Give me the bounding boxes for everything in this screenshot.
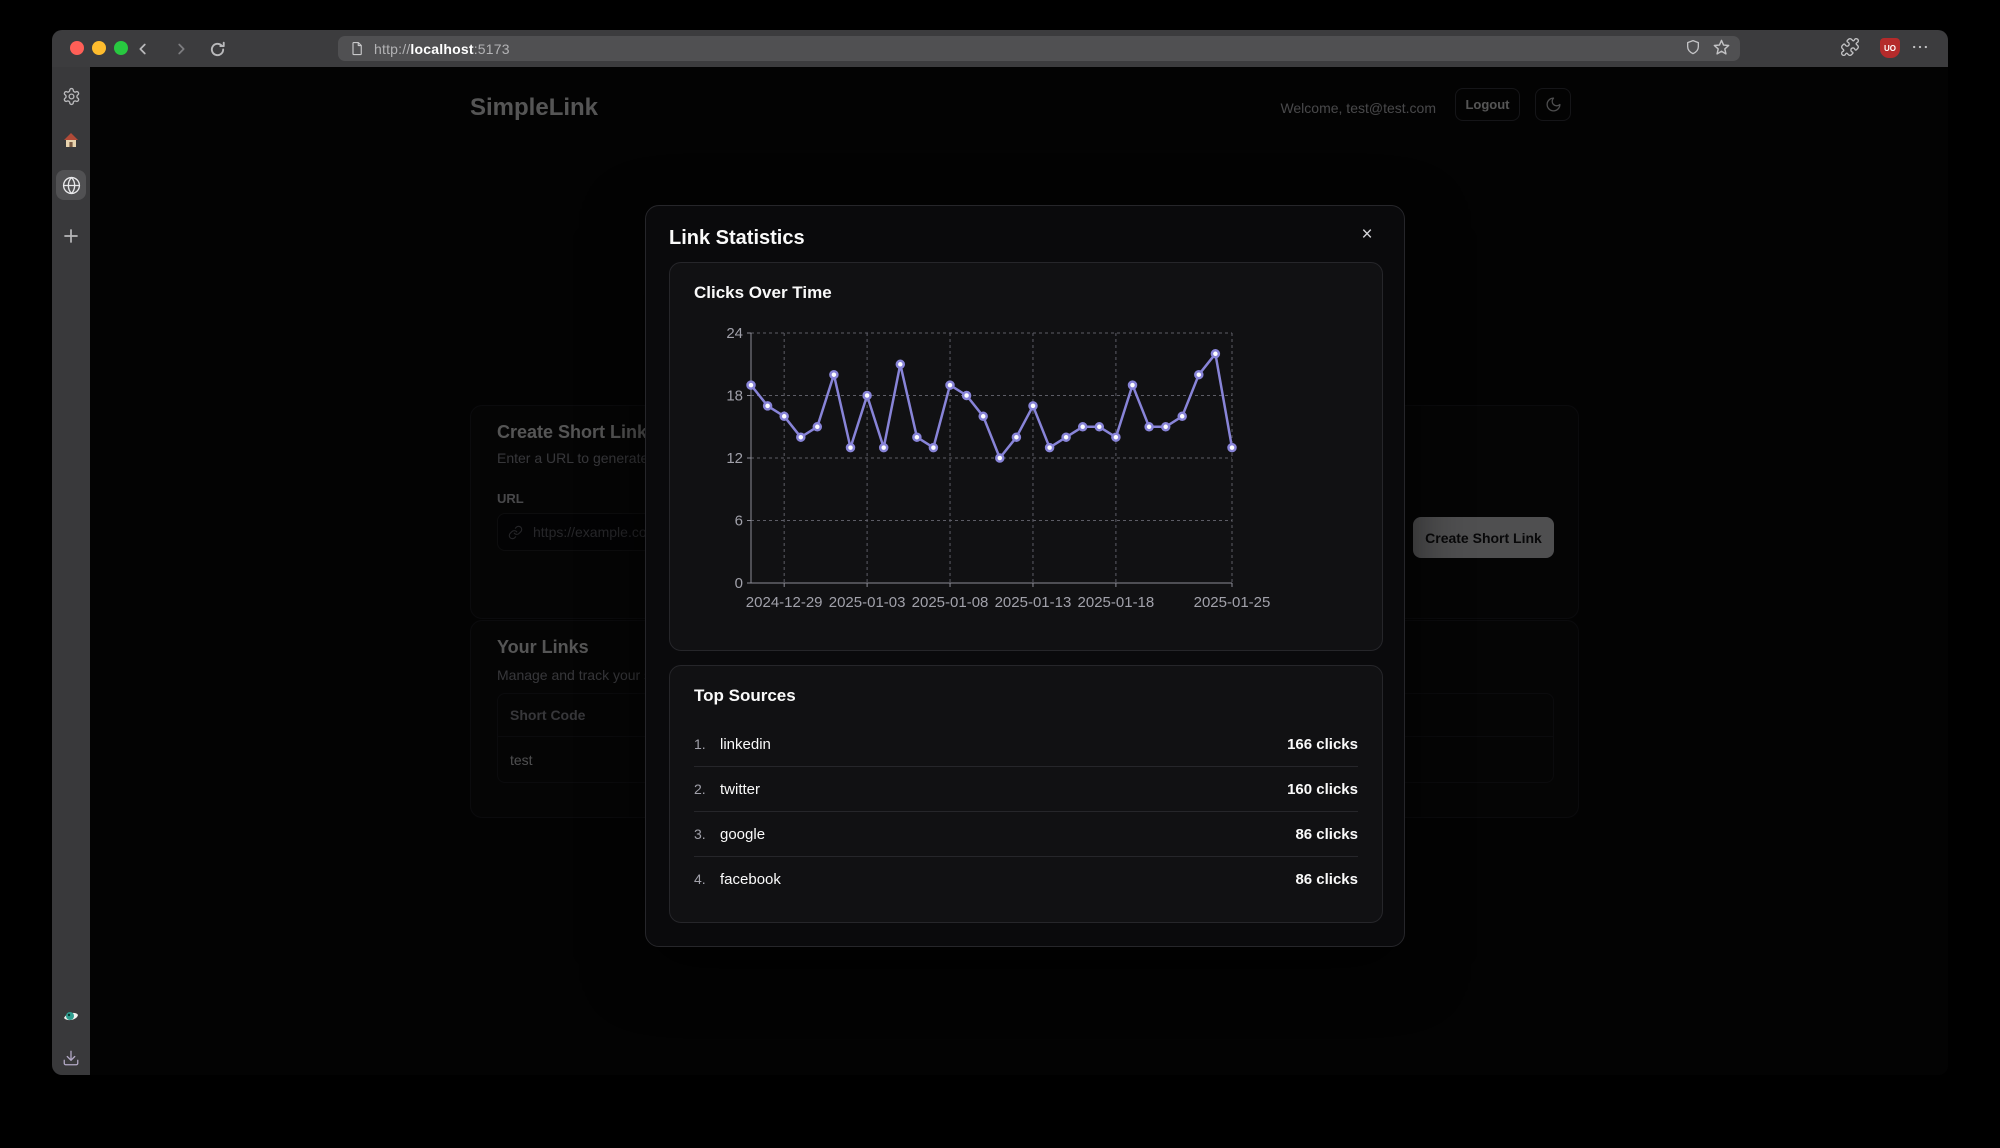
globe-icon [62,176,81,195]
source-rank: 3. [694,826,714,842]
puzzle-icon [1840,37,1860,57]
screenshot-stage: http://localhost:5173 UO [0,0,2000,1148]
svg-text:12: 12 [726,450,743,467]
sidebar-settings-button[interactable] [56,81,86,111]
source-clicks: 166 clicks [1287,736,1358,753]
top-sources-list: 1. linkedin 166 clicks 2. twitter 160 cl… [694,722,1358,901]
svg-text:0: 0 [735,575,743,592]
pinned-tab-simplelink[interactable] [56,170,86,200]
chevron-left-icon [135,41,151,57]
address-bar[interactable]: http://localhost:5173 [338,36,1740,61]
clicks-section-title: Clicks Over Time [694,283,832,303]
svg-text:2025-01-08: 2025-01-08 [912,594,989,611]
shield-icon[interactable] [1685,39,1701,59]
source-clicks: 86 clicks [1295,871,1358,888]
clicks-over-time-card: Clicks Over Time 0 6 12 18 24 2024-12-29 2025-… [669,262,1383,651]
eye-extension-button[interactable] [56,1001,86,1031]
svg-text:2024-12-29: 2024-12-29 [746,594,823,611]
source-rank: 1. [694,736,714,752]
forward-button[interactable] [168,36,194,62]
source-list-item: 3. google 86 clicks [694,812,1358,857]
download-icon [62,1049,80,1067]
svg-text:2025-01-18: 2025-01-18 [1078,594,1155,611]
gear-icon [62,87,81,106]
svg-text:24: 24 [726,325,743,342]
source-clicks: 86 clicks [1295,826,1358,843]
house-icon [62,131,80,149]
svg-text:18: 18 [726,388,743,405]
svg-text:2025-01-25: 2025-01-25 [1194,594,1271,611]
downloads-button[interactable] [56,1043,86,1073]
source-list-item: 1. linkedin 166 clicks [694,722,1358,767]
page-document-icon [350,41,365,56]
modal-close-button[interactable]: × [1354,222,1380,248]
source-list-item: 4. facebook 86 clicks [694,857,1358,901]
svg-text:2025-01-13: 2025-01-13 [995,594,1072,611]
source-name: twitter [720,781,760,798]
source-rank: 4. [694,871,714,887]
reload-icon [209,41,226,58]
plus-icon [62,227,80,245]
pinned-tab-home[interactable] [56,125,86,155]
url-text: http://localhost:5173 [374,41,510,57]
chevron-right-icon [173,41,189,57]
more-menu-button[interactable] [1910,37,1930,57]
back-button[interactable] [130,36,156,62]
reload-button[interactable] [204,36,230,62]
traffic-light-close[interactable] [70,41,84,55]
source-name: facebook [720,871,781,888]
bookmark-star-icon[interactable] [1713,39,1730,59]
modal-title: Link Statistics [669,227,805,250]
eye-icon [61,1006,81,1026]
link-statistics-modal: Link Statistics × Clicks Over Time 0 6 12 1… [645,205,1405,947]
browser-sidebar [52,67,90,1075]
source-name: google [720,826,765,843]
new-tab-button[interactable] [56,221,86,251]
traffic-light-zoom[interactable] [114,41,128,55]
traffic-light-minimize[interactable] [92,41,106,55]
source-name: linkedin [720,736,771,753]
page-viewport: SimpleLink Welcome, test@test.com Logout… [90,67,1948,1075]
clicks-over-time-chart: 0 6 12 18 24 2024-12-29 2025-01-03 2025-01-08 20… [694,320,1358,612]
ellipsis-icon [1910,37,1930,57]
ublock-extension-badge[interactable]: UO [1880,38,1900,58]
source-list-item: 2. twitter 160 clicks [694,767,1358,812]
source-rank: 2. [694,781,714,797]
browser-window: http://localhost:5173 UO [52,30,1948,1075]
svg-text:2025-01-03: 2025-01-03 [829,594,906,611]
source-clicks: 160 clicks [1287,781,1358,798]
top-sources-card: Top Sources 1. linkedin 166 clicks 2. tw… [669,665,1383,923]
sources-section-title: Top Sources [694,686,796,706]
browser-chrome: http://localhost:5173 UO [52,30,1948,68]
extensions-button[interactable] [1840,37,1860,57]
svg-text:6: 6 [735,513,743,530]
